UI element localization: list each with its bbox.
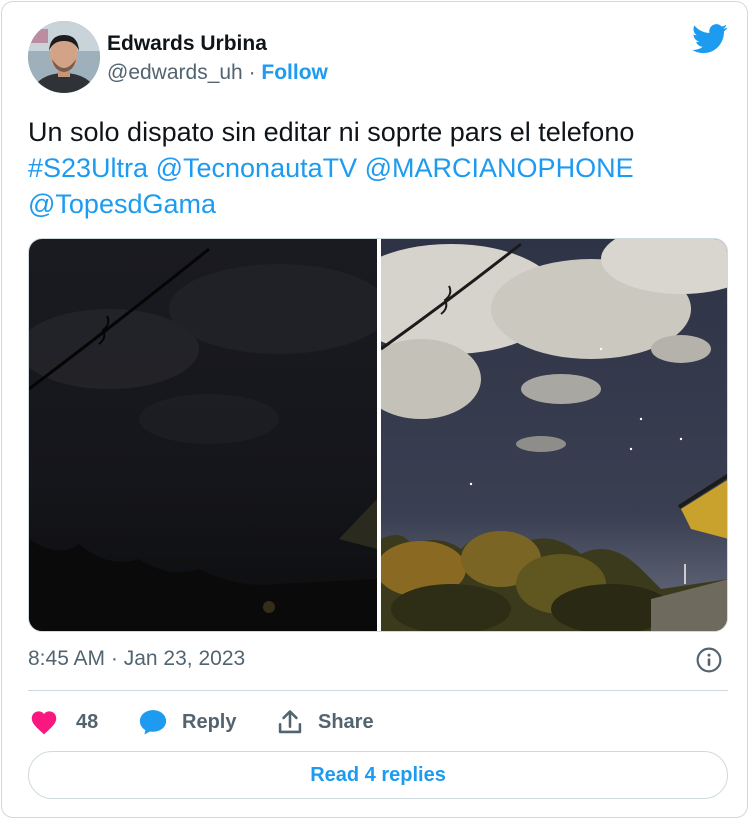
share-label: Share xyxy=(318,710,374,733)
photo-night-sky-dark[interactable] xyxy=(29,239,377,631)
tweet-card: Edwards Urbina @edwards_uh · Follow Un s… xyxy=(1,1,748,818)
info-icon[interactable] xyxy=(696,647,722,673)
mention-link[interactable]: @TecnonautaTV xyxy=(156,153,358,183)
share-icon xyxy=(278,710,302,734)
author-handle-row: @edwards_uh · Follow xyxy=(107,61,328,85)
handle-separator: · xyxy=(242,61,262,84)
hashtag-link[interactable]: #S23Ultra xyxy=(28,153,148,183)
meta-separator: · xyxy=(105,647,124,670)
tweet-date: Jan 23, 2023 xyxy=(123,647,246,670)
avatar[interactable] xyxy=(28,21,100,93)
divider xyxy=(28,690,728,691)
like-count: 48 xyxy=(76,710,99,733)
like-button[interactable]: 48 xyxy=(30,704,98,740)
reply-label: Reply xyxy=(182,710,237,733)
mention-link[interactable]: @TopesdGama xyxy=(28,189,216,219)
author-name[interactable]: Edwards Urbina xyxy=(107,32,267,56)
tweet-media xyxy=(28,238,728,632)
mention-link[interactable]: @MARCIANOPHONE xyxy=(365,153,634,183)
read-replies-button[interactable]: Read 4 replies xyxy=(28,751,728,799)
follow-link[interactable]: Follow xyxy=(261,61,328,84)
tweet-time: 8:45 AM xyxy=(28,647,106,670)
tweet-timestamp[interactable]: 8:45 AM · Jan 23, 2023 xyxy=(28,647,245,671)
heart-icon xyxy=(31,711,57,735)
twitter-bird-icon[interactable] xyxy=(692,24,728,54)
photo-night-sky-bright[interactable] xyxy=(381,239,727,631)
reply-button[interactable]: Reply xyxy=(138,704,236,740)
reply-bubble-icon xyxy=(139,710,167,735)
tweet-text: Un solo dispato sin editar ni soprte par… xyxy=(28,114,728,222)
author-handle[interactable]: @edwards_uh xyxy=(107,61,243,84)
tweet-body: Un solo dispato sin editar ni soprte par… xyxy=(28,117,635,147)
share-button[interactable]: Share xyxy=(276,704,374,740)
